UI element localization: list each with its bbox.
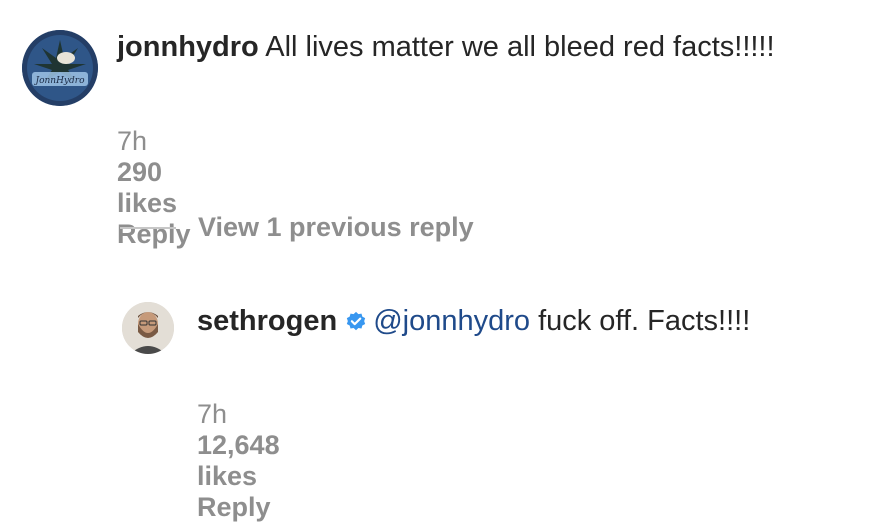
reply-button[interactable]: Reply <box>197 492 271 523</box>
verified-badge-icon <box>347 311 366 331</box>
view-previous-replies[interactable]: View 1 previous reply <box>120 212 474 243</box>
likes-count[interactable]: 12,648 likes <box>197 430 280 492</box>
svg-text:JonnHydro: JonnHydro <box>33 76 85 86</box>
sethrogen-avatar-icon <box>122 302 174 354</box>
avatar[interactable]: JonnHydro <box>22 30 98 106</box>
avatar[interactable] <box>122 302 174 354</box>
comment-body: sethrogen @jonnhydro fuck off. Facts!!!! <box>197 302 857 340</box>
comment-text: fuck off. Facts!!!! <box>538 305 751 337</box>
view-replies-label[interactable]: View 1 previous reply <box>198 212 474 243</box>
comment-body: jonnhydro All lives matter we all bleed … <box>117 28 857 66</box>
mention-link[interactable]: @jonnhydro <box>373 305 530 337</box>
timestamp[interactable]: 7h <box>117 126 147 157</box>
username[interactable]: sethrogen <box>197 305 337 337</box>
comment-text: All lives matter we all bleed red facts!… <box>265 31 775 63</box>
divider <box>120 226 176 229</box>
timestamp[interactable]: 7h <box>197 399 227 430</box>
username[interactable]: jonnhydro <box>117 31 259 63</box>
jonnhydro-avatar-icon: JonnHydro <box>22 30 98 106</box>
likes-count[interactable]: 290 likes <box>117 157 177 219</box>
comment-meta: 7h 12,648 likes Reply <box>197 399 322 523</box>
